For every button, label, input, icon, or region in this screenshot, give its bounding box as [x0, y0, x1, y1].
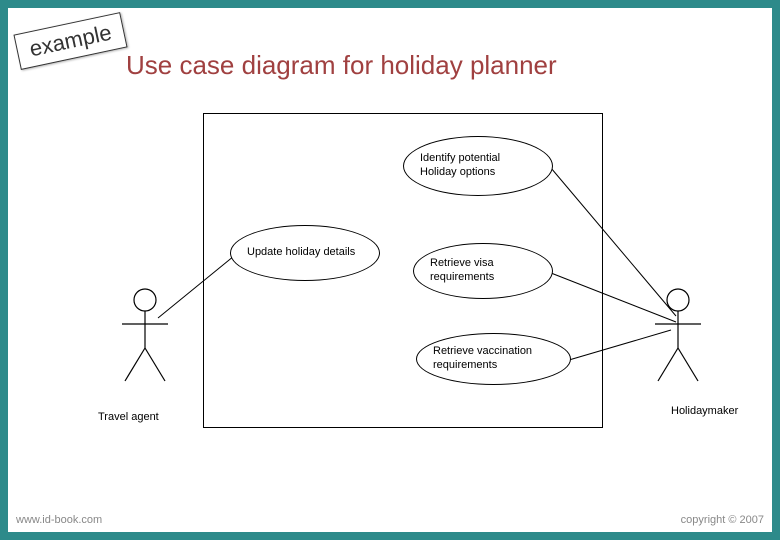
example-badge: example — [13, 12, 127, 70]
usecase-label: Retrieve visa requirements — [430, 257, 536, 285]
actor-label-right: Holidaymaker — [671, 405, 738, 417]
slide: example Use case diagram for holiday pla… — [8, 8, 772, 532]
footer-url: www.id-book.com — [16, 514, 102, 526]
usecase-update-details: Update holiday details — [230, 225, 380, 281]
actor-holidaymaker — [648, 286, 708, 386]
footer-copyright: copyright © 2007 — [681, 514, 764, 526]
stick-figure-icon — [115, 286, 175, 386]
footer: www.id-book.com copyright © 2007 — [8, 508, 772, 532]
usecase-retrieve-vaccination: Retrieve vaccination requirements — [416, 333, 571, 385]
page-title: Use case diagram for holiday planner — [126, 50, 557, 81]
usecase-retrieve-visa: Retrieve visa requirements — [413, 243, 553, 299]
frame: example Use case diagram for holiday pla… — [0, 0, 780, 540]
usecase-identify-options: Identify potential Holiday options — [403, 136, 553, 196]
usecase-label: Retrieve vaccination requirements — [433, 345, 554, 373]
actor-travel-agent — [115, 286, 175, 386]
stick-figure-icon — [648, 286, 708, 386]
usecase-label: Update holiday details — [247, 246, 355, 260]
usecase-label: Identify potential Holiday options — [420, 152, 536, 180]
actor-label-left: Travel agent — [98, 411, 159, 423]
